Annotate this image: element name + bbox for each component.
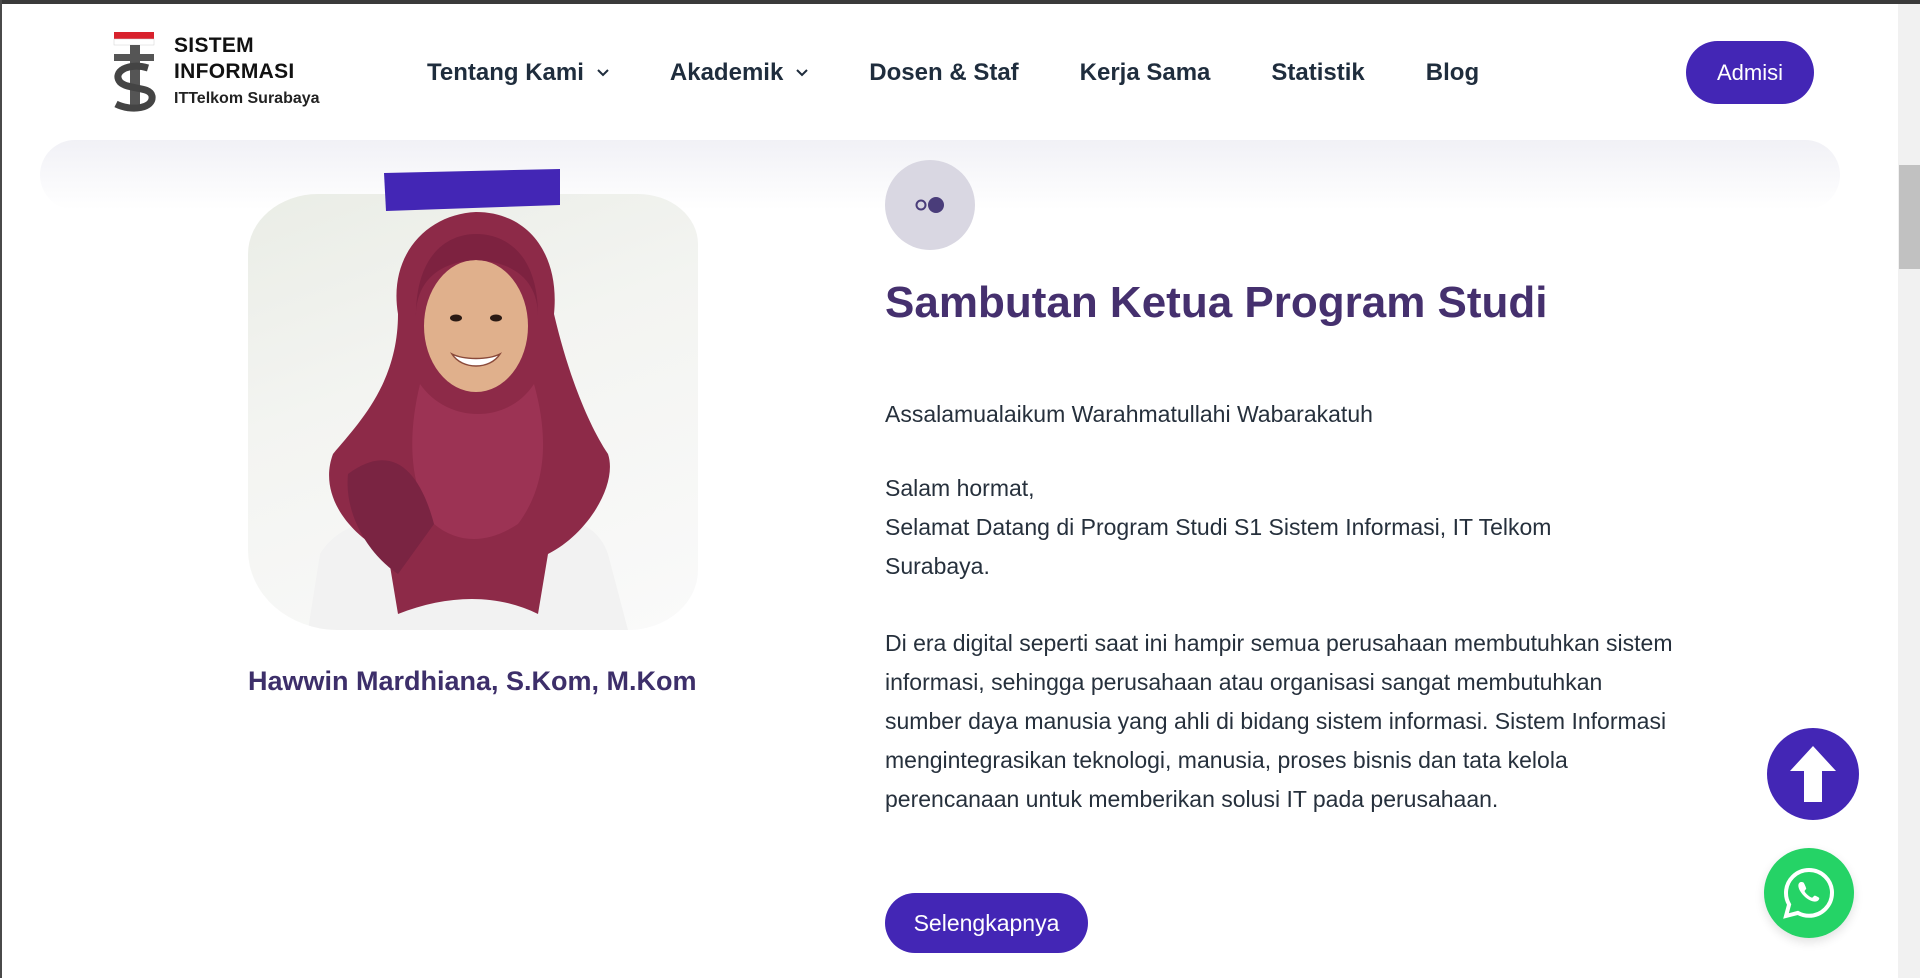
chevron-down-icon (796, 69, 809, 77)
main-nav: Tentang Kami Akademik Dosen & Staf Kerja… (427, 56, 1540, 90)
quote-badge (885, 160, 975, 250)
salam-line-3: Surabaya. (885, 553, 990, 579)
salam-line-2: Selamat Datang di Program Studi S1 Siste… (885, 514, 1552, 540)
nav-item-tentang-kami[interactable]: Tentang Kami (427, 59, 609, 87)
nav-item-akademik[interactable]: Akademik (669, 59, 809, 87)
nav-item-blog[interactable]: Blog (1426, 59, 1479, 87)
logo-line-2: INFORMASI (174, 60, 295, 83)
logo-mark-icon (113, 32, 156, 112)
scroll-to-top-button[interactable] (1767, 728, 1859, 820)
selengkapnya-button[interactable]: Selengkapnya (885, 893, 1088, 953)
nav-item-label: Tentang Kami (427, 59, 584, 86)
profile-photo (248, 194, 698, 630)
nav-item-label: Blog (1425, 59, 1480, 86)
logo-line-1: SISTEM (174, 34, 254, 57)
salam-paragraph: Salam hormat, Selamat Datang di Program … (885, 469, 1551, 586)
quote-icon (915, 197, 944, 213)
scrollbar-track[interactable] (1898, 4, 1920, 978)
arrow-up-icon (1790, 746, 1836, 802)
whatsapp-button[interactable] (1764, 848, 1854, 938)
profile-photo-card (246, 160, 701, 630)
section-title: Sambutan Ketua Program Studi (885, 278, 1548, 327)
nav-item-label: Statistik (1271, 59, 1365, 86)
nav-item-label: Dosen & Staf (869, 59, 1019, 86)
chevron-down-icon (597, 69, 609, 77)
whatsapp-icon (1783, 867, 1835, 919)
person-photo-illustration (308, 212, 628, 630)
nav-item-statistik[interactable]: Statistik (1271, 59, 1364, 87)
body-paragraph: Di era digital seperti saat ini hampir s… (885, 630, 1673, 812)
salam-line-1: Salam hormat, (885, 475, 1035, 501)
admisi-button[interactable]: Admisi (1686, 41, 1814, 104)
nav-item-label: Kerja Sama (1079, 59, 1211, 86)
nav-item-kerja-sama[interactable]: Kerja Sama (1080, 59, 1211, 87)
greeting-text: Assalamualaikum Warahmatullahi Wabarakat… (885, 401, 1373, 427)
window-left-border (0, 0, 2, 978)
nav-item-dosen-staf[interactable]: Dosen & Staf (869, 59, 1018, 87)
site-logo[interactable]: SISTEM INFORMASI ITTelkom Surabaya (108, 30, 338, 115)
logo-line-3: ITTelkom Surabaya (174, 90, 320, 107)
scrollbar-thumb[interactable] (1899, 165, 1920, 269)
nav-item-label: Akademik (669, 59, 784, 86)
tape-decoration (384, 169, 560, 211)
profile-name: Hawwin Mardhiana, S.Kom, M.Kom (248, 666, 697, 696)
